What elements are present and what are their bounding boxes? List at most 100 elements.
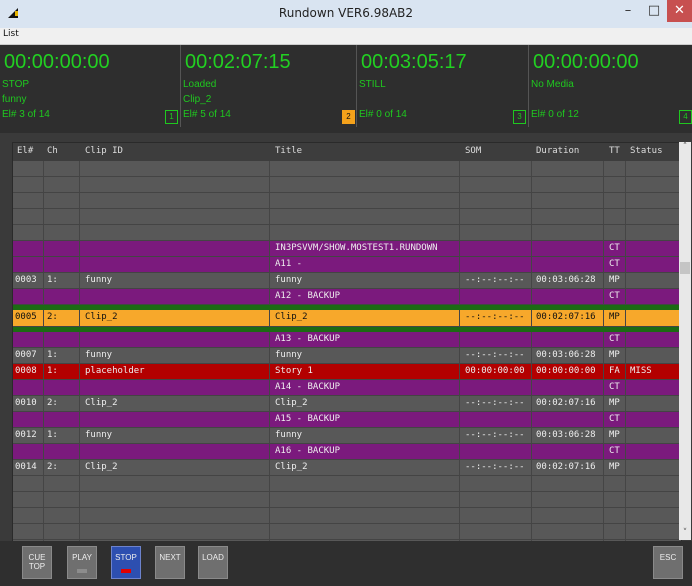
column-header-ch[interactable]: Ch	[47, 146, 58, 156]
scroll-up-arrow-icon[interactable]: ˄	[679, 142, 691, 154]
cell-title: A12 - BACKUP	[275, 291, 341, 301]
column-header-clip-id[interactable]: Clip ID	[85, 146, 123, 156]
column-divider	[625, 508, 626, 523]
stop-button[interactable]: STOP	[111, 546, 141, 579]
channel-2-status[interactable]: 00:02:07:15 Loaded Clip_2 El# 5 of 14 2	[181, 45, 357, 133]
table-row[interactable]: 0010 2: Clip_2 Clip_2 --:--:--:-- 00:02:07:16…	[13, 396, 681, 412]
table-row[interactable]: A15 - BACKUP CT	[13, 412, 681, 428]
column-divider	[625, 396, 626, 411]
column-divider	[625, 412, 626, 427]
cell-dur: 00:02:07:16	[536, 462, 596, 472]
column-divider	[79, 273, 80, 288]
grid-header: El# Ch Clip ID Title SOM Duration TT Sta…	[13, 143, 681, 161]
maximize-button[interactable]: □	[641, 0, 667, 22]
column-divider	[603, 524, 604, 539]
channel-3-status[interactable]: 00:03:05:17 STILL El# 0 of 14 3	[357, 45, 529, 133]
stop-indicator	[121, 569, 131, 573]
esc-button[interactable]: ESC	[653, 546, 683, 579]
column-divider	[603, 348, 604, 363]
column-header-tt[interactable]: TT	[609, 146, 620, 156]
channel-4-status[interactable]: 00:00:00:00 No Media El# 0 of 12 4	[529, 45, 692, 133]
table-row[interactable]: 0008 1: placeholder Story 1 00:00:00:00 00:00…	[13, 364, 681, 380]
table-row[interactable]: A14 - BACKUP CT	[13, 380, 681, 396]
column-divider	[531, 460, 532, 475]
table-row[interactable]: 0003 1: funny funny --:--:--:-- 00:03:06:28 MP	[13, 273, 681, 289]
column-divider	[43, 225, 44, 240]
channel-state: Loaded	[183, 79, 217, 90]
table-row[interactable]: A11 - CT	[13, 257, 681, 273]
cue-top-button[interactable]: CUE TOP	[22, 546, 52, 579]
channel-element-count: El# 0 of 12	[531, 109, 579, 120]
column-header-el[interactable]: El#	[17, 146, 33, 156]
column-divider	[603, 332, 604, 347]
column-divider	[79, 364, 80, 379]
scroll-down-arrow-icon[interactable]: ˅	[679, 528, 691, 540]
cell-tt: CT	[609, 414, 620, 424]
table-row[interactable]: 0007 1: funny funny --:--:--:-- 00:03:06:28 MP	[13, 348, 681, 364]
column-divider	[531, 289, 532, 304]
table-row[interactable]	[13, 508, 681, 524]
column-divider	[269, 289, 270, 304]
table-row[interactable]: A12 - BACKUP CT	[13, 289, 681, 305]
channel-1-status[interactable]: 00:00:00:00 STOP funny El# 3 of 14 1	[0, 45, 181, 133]
column-divider	[459, 257, 460, 272]
column-divider	[269, 177, 270, 192]
column-divider	[625, 444, 626, 459]
column-header-title[interactable]: Title	[275, 146, 302, 156]
column-divider	[459, 241, 460, 256]
table-row[interactable]: 0014 2: Clip_2 Clip_2 --:--:--:-- 00:02:07:16…	[13, 460, 681, 476]
cell-tt: CT	[609, 446, 620, 456]
channel-clip: Clip_2	[183, 94, 212, 105]
close-button[interactable]: ✕	[667, 0, 692, 22]
play-button[interactable]: PLAY	[67, 546, 97, 579]
column-divider	[459, 177, 460, 192]
column-divider	[43, 412, 44, 427]
channel-element-count: El# 5 of 14	[183, 109, 231, 120]
table-row[interactable]	[13, 225, 681, 241]
channel-clip: funny	[2, 94, 27, 105]
vertical-scrollbar[interactable]: ˄ ˅	[679, 142, 691, 540]
menu-item-list[interactable]: List	[3, 29, 19, 39]
column-divider	[79, 460, 80, 475]
table-row[interactable]	[13, 492, 681, 508]
table-row[interactable]: 0012 1: funny funny --:--:--:-- 00:03:06:28 MP	[13, 428, 681, 444]
column-divider	[459, 193, 460, 208]
column-divider	[625, 241, 626, 256]
column-divider	[459, 332, 460, 347]
load-button[interactable]: LOAD	[198, 546, 228, 579]
channel-number-badge: 1	[165, 110, 178, 124]
button-label: NEXT	[159, 553, 181, 562]
table-row[interactable]	[13, 161, 681, 177]
column-header-som[interactable]: SOM	[465, 146, 481, 156]
table-row[interactable]: 0005 2: Clip_2 Clip_2 --:--:--:-- 00:02:07:16…	[13, 310, 681, 327]
column-divider	[269, 257, 270, 272]
table-row[interactable]	[13, 524, 681, 540]
column-divider	[603, 396, 604, 411]
scroll-thumb[interactable]	[680, 262, 690, 274]
cell-ch: 2:	[47, 398, 58, 408]
button-label: CUE TOP	[28, 553, 46, 571]
cell-title: Clip_2	[275, 462, 308, 472]
column-divider	[269, 444, 270, 459]
table-row[interactable]: A13 - BACKUP CT	[13, 332, 681, 348]
table-row[interactable]: A16 - BACKUP CT	[13, 444, 681, 460]
table-row[interactable]	[13, 193, 681, 209]
cell-tt: MP	[609, 398, 620, 408]
column-divider	[459, 492, 460, 507]
cell-som: 00:00:00:00	[465, 366, 525, 376]
column-divider	[269, 428, 270, 443]
table-row[interactable]	[13, 177, 681, 193]
cell-tt: MP	[609, 275, 620, 285]
table-row[interactable]: IN3PSVVM/SHOW.MOSTEST1.RUNDOWN CT	[13, 241, 681, 257]
table-row[interactable]	[13, 476, 681, 492]
column-header-duration[interactable]: Duration	[536, 146, 579, 156]
minimize-button[interactable]: –	[615, 0, 641, 22]
column-divider	[459, 444, 460, 459]
cell-clip: funny	[85, 350, 113, 360]
next-button[interactable]: NEXT	[155, 546, 185, 579]
channel-timecode: 00:00:00:00	[4, 51, 110, 73]
table-row[interactable]	[13, 209, 681, 225]
column-header-status[interactable]: Status	[630, 146, 663, 156]
column-divider	[625, 428, 626, 443]
column-divider	[43, 476, 44, 491]
